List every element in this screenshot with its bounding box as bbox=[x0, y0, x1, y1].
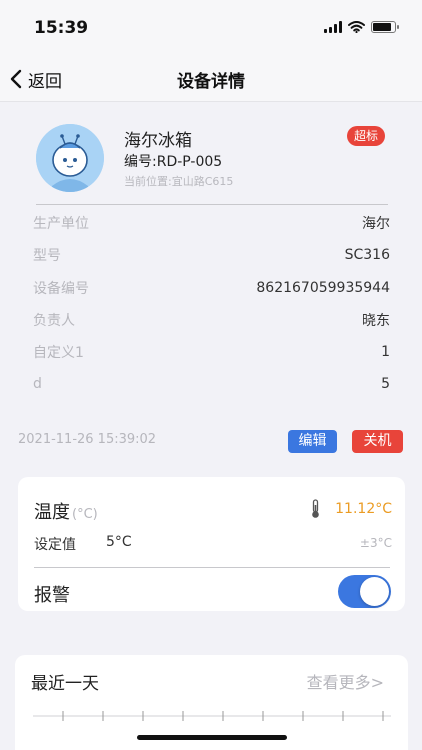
info-value: 5 bbox=[381, 376, 390, 392]
temperature-label: 温度 (°C) bbox=[34, 498, 98, 524]
toggle-knob bbox=[360, 577, 389, 606]
info-value: 1 bbox=[381, 344, 390, 360]
device-avatar bbox=[36, 124, 104, 192]
setpoint-label: 设定值 bbox=[34, 537, 76, 553]
wifi-icon bbox=[348, 21, 365, 33]
status-time: 15:39 bbox=[34, 18, 89, 38]
thermometer-icon bbox=[312, 499, 319, 518]
info-row-custom1: 自定义1 1 bbox=[33, 342, 390, 362]
info-value: SC316 bbox=[344, 247, 390, 263]
temperature-value: 11.12°C bbox=[335, 501, 392, 517]
info-value: 862167059935944 bbox=[256, 280, 390, 296]
device-code: 编号:RD-P-005 bbox=[124, 154, 223, 170]
battery-level bbox=[373, 23, 391, 31]
chart-axis bbox=[33, 711, 391, 721]
status-bar: 15:39 bbox=[0, 0, 422, 56]
info-label: 型号 bbox=[33, 248, 61, 264]
view-more-link[interactable]: 查看更多> bbox=[307, 669, 384, 693]
device-location: 当前位置:宜山路C615 bbox=[124, 175, 234, 188]
info-label: 设备编号 bbox=[33, 281, 89, 297]
status-icons bbox=[324, 21, 399, 33]
alarm-label: 报警 bbox=[34, 585, 70, 606]
update-timestamp: 2021-11-26 15:39:02 bbox=[18, 432, 157, 447]
info-row-d: d 5 bbox=[33, 374, 390, 394]
power-off-button[interactable]: 关机 bbox=[352, 430, 403, 453]
mascot-icon bbox=[36, 124, 104, 192]
status-badge: 超标 bbox=[347, 126, 386, 146]
info-row-manufacturer: 生产单位 海尔 bbox=[33, 213, 390, 233]
info-label: 生产单位 bbox=[33, 216, 89, 232]
temperature-unit: (°C) bbox=[72, 507, 98, 522]
chart-card-title: 最近一天 bbox=[31, 674, 99, 694]
battery-icon bbox=[371, 21, 399, 33]
info-label: 负责人 bbox=[33, 313, 75, 329]
info-row-model: 型号 SC316 bbox=[33, 245, 390, 265]
page-title: 设备详情 bbox=[177, 72, 245, 92]
alarm-toggle[interactable] bbox=[338, 575, 391, 608]
device-name: 海尔冰箱 bbox=[124, 131, 192, 151]
divider bbox=[36, 204, 388, 205]
edit-button[interactable]: 编辑 bbox=[288, 430, 337, 453]
setpoint-value: 5°C bbox=[106, 534, 132, 550]
divider bbox=[34, 567, 390, 568]
info-row-owner: 负责人 晓东 bbox=[33, 310, 390, 330]
navigation-bar: 返回 设备详情 bbox=[0, 56, 422, 102]
info-label: 自定义1 bbox=[33, 345, 84, 361]
home-indicator bbox=[137, 735, 287, 740]
info-label: d bbox=[33, 376, 42, 392]
temperature-title: 温度 bbox=[34, 502, 70, 523]
temperature-card: 温度 (°C) 11.12°C 设定值 5°C ±3°C 报警 bbox=[18, 477, 405, 611]
setpoint-tolerance: ±3°C bbox=[359, 536, 392, 550]
info-value: 海尔 bbox=[362, 216, 390, 232]
info-value: 晓东 bbox=[362, 313, 390, 329]
cellular-signal-icon bbox=[324, 21, 342, 33]
info-row-device-number: 设备编号 862167059935944 bbox=[33, 278, 390, 298]
